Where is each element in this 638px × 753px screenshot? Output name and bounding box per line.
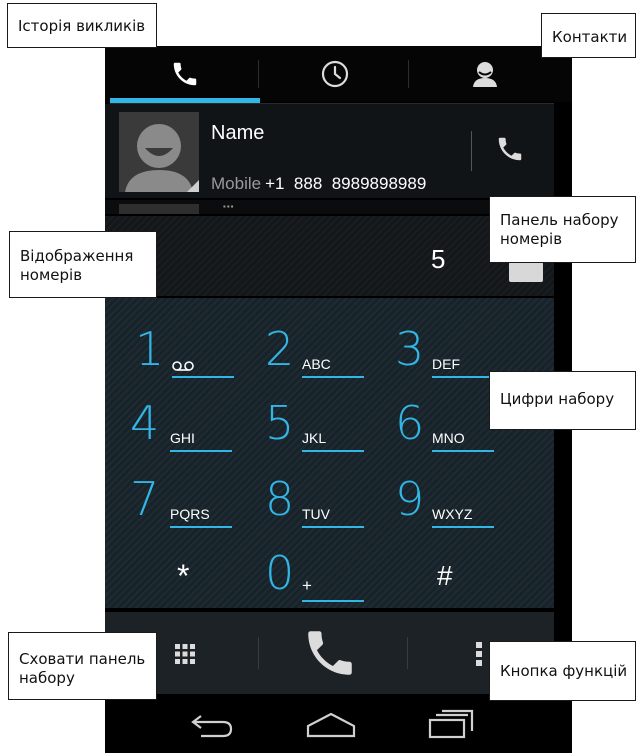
- key-digit: 3: [395, 322, 425, 376]
- key-letters: +: [302, 576, 312, 595]
- call-button[interactable]: [299, 622, 361, 684]
- key-letters: WXYZ: [432, 506, 473, 522]
- tab-divider: [258, 60, 259, 88]
- key-5[interactable]: 5 JKL: [265, 394, 398, 466]
- key-underline: [302, 526, 364, 528]
- contact-card[interactable]: Name Mobile +1 888 8989898989: [105, 104, 554, 198]
- avatar: [119, 112, 199, 192]
- key-digit: 9: [395, 472, 425, 526]
- phone-icon: [173, 62, 197, 86]
- dialer-action-bar: [105, 612, 554, 694]
- tab-call-log[interactable]: [260, 46, 410, 102]
- key-digit: 8: [265, 472, 295, 526]
- key-digit: *: [177, 558, 190, 594]
- person-icon: [473, 62, 497, 87]
- dialpad: 1 2 ABC 3 DEF 4 GHI 5 JKL 6 MNO 7 PQRS 8…: [105, 298, 554, 608]
- key-underline: [172, 376, 234, 378]
- key-letters: TUV: [302, 506, 330, 522]
- key-letters: GHI: [170, 430, 195, 446]
- key-underline: [170, 450, 232, 452]
- key-letters: DEF: [432, 356, 460, 372]
- key-digit: 1: [135, 322, 165, 376]
- contact-call-button[interactable]: [489, 128, 531, 170]
- key-letters: PQRS: [170, 506, 210, 522]
- system-nav-bar: [105, 694, 572, 753]
- contact-divider: [471, 131, 472, 171]
- key-letters: ABC: [302, 356, 331, 372]
- next-contact-row[interactable]: ▪▪▪: [105, 200, 554, 214]
- contact-phone: Mobile +1 888 8989898989: [211, 174, 426, 194]
- key-underline: [302, 376, 364, 378]
- key-digit: 6: [395, 396, 425, 450]
- phone-icon: [498, 137, 522, 161]
- tab-contacts[interactable]: [410, 46, 560, 102]
- key-0[interactable]: 0 +: [265, 544, 398, 616]
- key-letters: MNO: [432, 430, 465, 446]
- key-digit: 2: [265, 322, 295, 376]
- callout-contacts: Контакти: [541, 13, 636, 58]
- key-underline: [170, 526, 232, 528]
- overflow-menu-button[interactable]: [467, 634, 491, 674]
- truncated-row-marker: ▪▪▪: [223, 202, 235, 211]
- back-button[interactable]: [183, 704, 239, 744]
- home-button[interactable]: [303, 704, 359, 744]
- tab-divider: [408, 60, 409, 88]
- recents-button[interactable]: [423, 704, 479, 744]
- action-divider: [407, 637, 408, 669]
- callout-hide-dialpad: Сховати панель набору: [8, 632, 157, 700]
- tab-phone[interactable]: [110, 46, 260, 102]
- back-icon: [191, 715, 233, 738]
- digits-display[interactable]: 5: [105, 216, 554, 296]
- recents-icon: [428, 709, 474, 739]
- key-digit: 5: [265, 396, 295, 450]
- key-hash[interactable]: #: [425, 544, 558, 616]
- key-underline: [432, 376, 494, 378]
- key-9[interactable]: 9 WXYZ: [395, 470, 528, 542]
- callout-number-display: Відображення номерів: [9, 231, 157, 298]
- key-underline: [432, 450, 494, 452]
- callout-call-history: Історія викликів: [7, 3, 157, 48]
- dialed-digits: 5: [431, 244, 446, 274]
- phone-number: +1 888 8989898989: [265, 174, 427, 193]
- clock-icon: [321, 60, 349, 88]
- dialpad-grid-icon: [175, 644, 195, 664]
- phone-type-label: Mobile: [211, 174, 262, 193]
- key-underline: [432, 526, 494, 528]
- home-icon: [306, 712, 356, 738]
- key-underline: [302, 450, 364, 452]
- key-digit: 4: [130, 396, 160, 450]
- key-4[interactable]: 4 GHI: [130, 394, 263, 466]
- backspace-icon[interactable]: [509, 262, 543, 282]
- key-7[interactable]: 7 PQRS: [130, 470, 263, 542]
- key-letters: JKL: [302, 430, 327, 446]
- key-digit: 7: [130, 472, 160, 526]
- key-underline: [302, 600, 364, 602]
- contact-name: Name: [211, 122, 265, 144]
- callout-dial-panel: Панель набору номерів: [489, 196, 636, 263]
- tab-bar: [105, 46, 572, 104]
- key-digit: 0: [265, 546, 295, 600]
- overflow-menu-icon: [476, 642, 482, 666]
- avatar: [119, 204, 199, 214]
- action-divider: [258, 637, 259, 669]
- key-1[interactable]: 1: [135, 320, 268, 392]
- avatar-placeholder-icon: [119, 112, 199, 192]
- key-digit: #: [437, 560, 453, 591]
- key-2[interactable]: 2 ABC: [265, 320, 398, 392]
- callout-menu-button: Кнопка функцій: [489, 641, 636, 701]
- call-icon: [308, 631, 352, 675]
- voicemail-icon: [172, 361, 194, 371]
- hide-dialpad-button[interactable]: [165, 634, 205, 674]
- key-8[interactable]: 8 TUV: [265, 470, 398, 542]
- callout-dial-digits: Цифри набору: [489, 371, 636, 430]
